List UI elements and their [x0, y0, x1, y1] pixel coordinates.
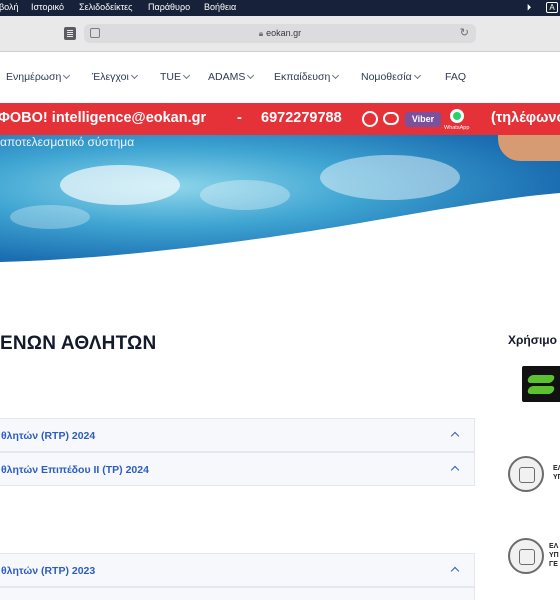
media-play-icon[interactable]: ⏵ — [523, 1, 535, 14]
hero-wave-curve — [0, 193, 560, 265]
system-menu-bar: βολή Ιστορικό Σελιδοδείκτες Παράθυρο Βοή… — [0, 0, 560, 16]
greek-emblem-icon[interactable] — [508, 456, 544, 492]
sms-icon[interactable] — [383, 112, 399, 125]
accordion-label: θλητών (RTP) 2023 — [1, 565, 96, 577]
accordion-tp-2024[interactable]: θλητών Επιπέδου ΙΙ (TP) 2024 — [0, 452, 475, 486]
chevron-down-icon — [63, 71, 71, 80]
input-source-icon[interactable]: A — [545, 1, 559, 14]
chevron-down-icon — [130, 71, 138, 80]
ministry-label: ΕΛ ΥΠ — [553, 465, 560, 481]
viber-badge[interactable]: Viber — [405, 112, 441, 127]
menu-item-help[interactable]: Βοήθεια — [204, 2, 236, 12]
chevron-down-icon — [413, 71, 421, 80]
page-title: ΕΝΩΝ ΑΘΛΗΤΩΝ — [0, 333, 157, 354]
banner-phone[interactable]: 6972279788 — [261, 110, 342, 126]
greek-emblem-icon[interactable] — [508, 538, 544, 574]
nav-item-elegxoi[interactable]: Έλεγχοι — [92, 71, 138, 83]
menu-item-bookmarks[interactable]: Σελιδοδείκτες — [79, 2, 133, 12]
site-navigation: Ενημέρωση Έλεγχοι TUE ADAMS Εκπαίδευση Ν… — [0, 53, 560, 103]
nav-item-nomothesia[interactable]: Νομοθεσία — [361, 71, 421, 83]
menu-item-window[interactable]: Παράθυρο — [148, 2, 190, 12]
menu-item-history[interactable]: Ιστορικό — [31, 2, 64, 12]
url-display[interactable]: 🔒︎ eokan.gr — [84, 28, 476, 39]
partner-logo[interactable] — [522, 366, 560, 402]
banner-trailing-text: (τηλέφωνο — [491, 110, 560, 126]
chevron-down-icon — [182, 71, 191, 80]
sidebar-title: Χρήσιμο — [508, 333, 557, 347]
hero-image: αποτελεσματικό σύστημα — [0, 135, 560, 265]
accordion-rtp-2023[interactable]: θλητών (RTP) 2023 — [0, 553, 475, 587]
accordion-label: θλητών Επιπέδου ΙΙ (TP) 2024 — [1, 464, 149, 476]
address-bar[interactable]: 🔒︎ eokan.gr ↻ — [84, 24, 476, 43]
banner-email[interactable]: ΦΟΒΟ! intelligence@eokan.gr — [0, 110, 206, 126]
reader-mode-icon[interactable] — [64, 27, 76, 40]
phone-icon[interactable] — [362, 111, 378, 127]
whatsapp-icon[interactable] — [450, 109, 464, 123]
whatsapp-label: WhatsApp — [444, 125, 470, 131]
lock-icon: 🔒︎ — [258, 29, 264, 38]
chevron-up-icon — [450, 465, 460, 475]
ministry-label: ΕΛ ΥΠ ΓΕ — [549, 543, 559, 568]
banner-separator: - — [237, 110, 242, 126]
chevron-up-icon — [450, 566, 460, 576]
nav-item-faq[interactable]: FAQ — [445, 71, 466, 83]
chevron-down-icon — [247, 71, 255, 80]
accordion-rtp-2024[interactable]: θλητών (RTP) 2024 — [0, 418, 475, 452]
browser-toolbar: 🔒︎ eokan.gr ↻ — [0, 16, 560, 52]
nav-item-adams[interactable]: ADAMS — [208, 71, 255, 83]
url-text: eokan.gr — [266, 28, 302, 38]
nav-item-enimerosi[interactable]: Ενημέρωση — [6, 71, 71, 83]
menu-item-view[interactable]: βολή — [0, 2, 19, 12]
nav-item-tue[interactable]: TUE — [160, 71, 191, 83]
chevron-up-icon — [450, 431, 460, 441]
reload-icon[interactable]: ↻ — [460, 26, 469, 39]
nav-item-ekpaideusi[interactable]: Εκπαίδευση — [274, 71, 340, 83]
accordion-label: θλητών (RTP) 2024 — [1, 430, 96, 442]
contact-banner: ΦΟΒΟ! intelligence@eokan.gr - 6972279788… — [0, 103, 560, 135]
chevron-down-icon — [332, 71, 340, 80]
accordion-next[interactable] — [0, 587, 475, 600]
